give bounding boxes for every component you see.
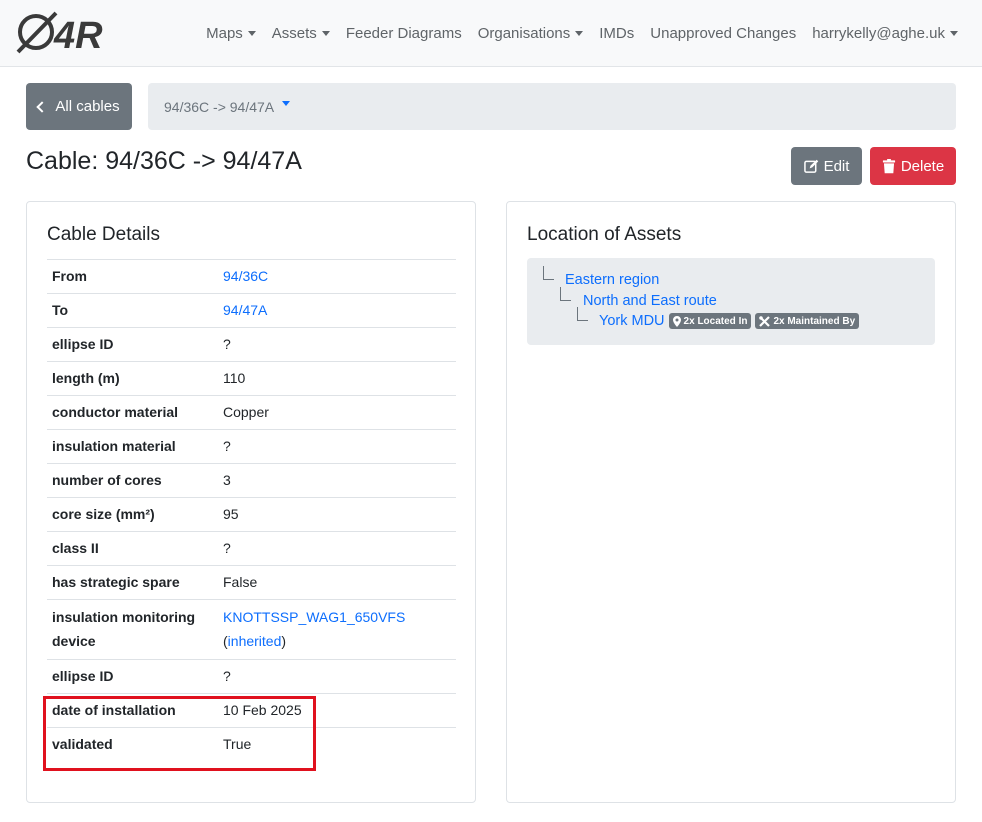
table-row: To 94/47A bbox=[47, 293, 456, 328]
location-tree: Eastern region North and East route York… bbox=[527, 258, 935, 345]
cable-details-title: Cable Details bbox=[47, 224, 160, 245]
table-row: class II ? bbox=[47, 531, 456, 566]
table-row: has strategic spare False bbox=[47, 565, 456, 600]
row-value: KNOTTSSP_WAG1_650VFS (inherited) bbox=[218, 600, 456, 660]
row-value: ? bbox=[223, 540, 231, 556]
table-row: number of cores 3 bbox=[47, 463, 456, 498]
nav-user-menu[interactable]: harrykelly@aghe.uk bbox=[812, 25, 958, 42]
svg-text:4R: 4R bbox=[53, 15, 103, 54]
all-cables-button[interactable]: All cables bbox=[26, 83, 132, 130]
tree-item-york-mdu: York MDU 2x Located In 2x Maintained By bbox=[599, 313, 860, 329]
navbar: 4R Maps Assets Feeder Diagrams Organisat… bbox=[0, 0, 982, 67]
row-value: ? bbox=[223, 668, 231, 684]
nav-maps[interactable]: Maps bbox=[206, 25, 256, 42]
chevron-down-icon bbox=[247, 31, 256, 36]
chevron-down-icon bbox=[950, 31, 958, 36]
to-link[interactable]: 94/47A bbox=[223, 302, 267, 318]
table-row: length (m) 110 bbox=[47, 361, 456, 396]
tree-connector bbox=[577, 307, 588, 321]
tree-item-north-east-route: North and East route bbox=[583, 293, 717, 309]
eastern-region-link[interactable]: Eastern region bbox=[565, 272, 659, 288]
edit-icon bbox=[803, 159, 818, 173]
row-value: 110 bbox=[223, 370, 246, 386]
all-cables-label: All cables bbox=[55, 98, 120, 115]
inherited-link[interactable]: inherited bbox=[228, 633, 282, 649]
highlight-box bbox=[43, 696, 316, 771]
table-row: insulation monitoring device KNOTTSSP_WA… bbox=[47, 599, 456, 660]
chevron-left-icon bbox=[36, 101, 49, 113]
page-title: Cable: 94/36C -> 94/47A bbox=[26, 147, 302, 175]
user-email: harrykelly@aghe.uk bbox=[812, 25, 945, 42]
nav-maps-label: Maps bbox=[206, 25, 243, 42]
row-key: core size (mm²) bbox=[52, 506, 155, 522]
north-east-route-link[interactable]: North and East route bbox=[583, 293, 717, 309]
table-row: ellipse ID ? bbox=[47, 659, 456, 694]
nav-organisations-label: Organisations bbox=[477, 25, 571, 42]
table-row: insulation material ? bbox=[47, 429, 456, 464]
from-link[interactable]: 94/36C bbox=[223, 268, 268, 284]
row-key: length (m) bbox=[52, 370, 120, 386]
row-key: has strategic spare bbox=[52, 574, 180, 590]
tools-icon bbox=[759, 315, 771, 327]
chevron-down-icon bbox=[575, 31, 584, 36]
nav-imds[interactable]: IMDs bbox=[599, 25, 634, 42]
cable-selector-dropdown[interactable]: 94/36C -> 94/47A bbox=[148, 83, 956, 130]
row-key: To bbox=[52, 302, 69, 318]
nav-assets-label: Assets bbox=[271, 25, 317, 42]
row-value: 94/36C bbox=[218, 260, 456, 294]
row-key: number of cores bbox=[52, 472, 162, 488]
row-key: From bbox=[52, 268, 87, 284]
delete-button[interactable]: Delete bbox=[870, 147, 956, 185]
location-card: Location of Assets Eastern region North … bbox=[506, 201, 956, 803]
maintained-by-badge[interactable]: 2x Maintained By bbox=[755, 313, 860, 329]
imd-link[interactable]: KNOTTSSP_WAG1_650VFS bbox=[223, 609, 405, 625]
row-value: ? bbox=[223, 438, 231, 454]
delete-label: Delete bbox=[900, 157, 945, 175]
edit-button[interactable]: Edit bbox=[791, 147, 862, 185]
edit-label: Edit bbox=[823, 157, 850, 175]
york-mdu-link[interactable]: York MDU bbox=[599, 313, 665, 329]
nav-unapproved-changes-label: Unapproved Changes bbox=[650, 25, 797, 42]
located-in-label: 2x Located In bbox=[683, 315, 748, 327]
maintained-by-label: 2x Maintained By bbox=[773, 315, 856, 327]
table-row: From 94/36C bbox=[47, 259, 456, 294]
row-key: ellipse ID bbox=[52, 336, 114, 352]
row-value: 95 bbox=[223, 506, 239, 522]
table-row: conductor material Copper bbox=[47, 395, 456, 430]
tree-connector bbox=[560, 287, 571, 301]
nav-feeder-diagrams[interactable]: Feeder Diagrams bbox=[346, 25, 462, 42]
table-row: core size (mm²) 95 bbox=[47, 497, 456, 532]
row-value: False bbox=[223, 574, 258, 590]
map-pin-icon bbox=[672, 315, 681, 327]
cable-selector-value: 94/36C -> 94/47A bbox=[164, 98, 275, 115]
nav-imds-label: IMDs bbox=[599, 25, 635, 42]
trash-icon bbox=[882, 158, 895, 173]
row-key: conductor material bbox=[52, 404, 179, 420]
nav-unapproved-changes[interactable]: Unapproved Changes bbox=[650, 25, 796, 42]
o4r-logo[interactable]: 4R bbox=[16, 10, 108, 54]
row-value: Copper bbox=[223, 404, 269, 420]
nav-feeder-diagrams-label: Feeder Diagrams bbox=[345, 25, 462, 42]
location-title: Location of Assets bbox=[527, 224, 682, 245]
row-key: ellipse ID bbox=[52, 668, 114, 684]
chevron-down-icon bbox=[321, 31, 330, 36]
cable-details-table: From 94/36C To 94/47A ellipse ID ? lengt… bbox=[47, 259, 456, 761]
row-key: class II bbox=[52, 540, 99, 556]
tree-item-eastern-region: Eastern region bbox=[565, 272, 659, 288]
nav-organisations[interactable]: Organisations bbox=[478, 25, 584, 42]
row-key: insulation material bbox=[52, 438, 176, 454]
nav-assets[interactable]: Assets bbox=[272, 25, 330, 42]
row-value: ? bbox=[223, 336, 231, 352]
chevron-down-icon bbox=[282, 101, 291, 106]
table-row: ellipse ID ? bbox=[47, 327, 456, 362]
row-key: insulation monitoring device bbox=[52, 609, 196, 649]
tree-connector bbox=[543, 266, 554, 280]
row-value: 3 bbox=[223, 472, 231, 488]
inherited-close-paren: ) bbox=[281, 633, 287, 649]
row-value: 94/47A bbox=[218, 294, 456, 328]
located-in-badge[interactable]: 2x Located In bbox=[668, 313, 752, 329]
